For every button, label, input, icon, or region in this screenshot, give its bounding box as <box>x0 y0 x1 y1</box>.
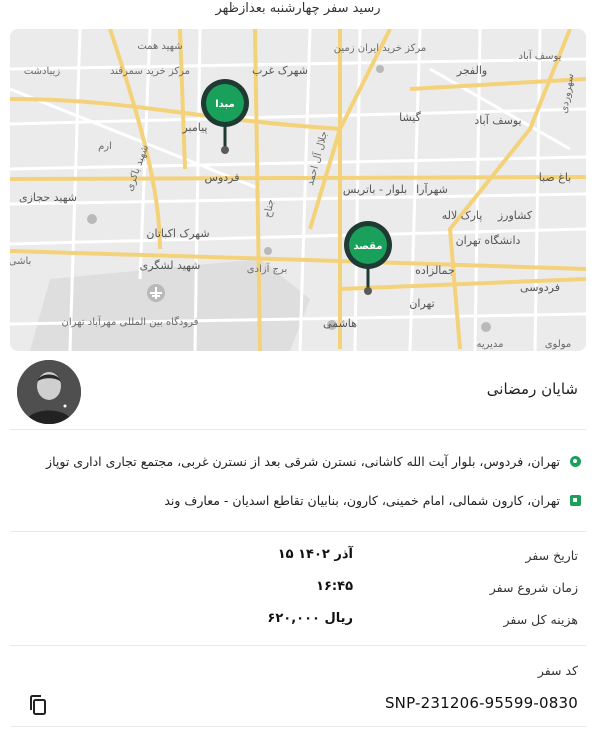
driver-section: شایان رمضانی <box>10 358 586 430</box>
trip-date-label: تاریخ سفر <box>525 548 578 563</box>
destination-address-row: تهران، کارون شمالی، امام خمینی، کارون، ب… <box>10 489 586 511</box>
map-label-yousefabad2: یوسف آباد <box>474 113 521 127</box>
map-label-modiriyeh: مدیریه <box>476 339 503 350</box>
map-label-eram: ارم <box>98 141 112 152</box>
page-title: رسید سفر چهارشنبه بعدازظهر <box>215 1 381 16</box>
map-label-jamalzadeh: جمالزاده <box>415 264 455 277</box>
origin-dot-icon <box>569 455 581 467</box>
trip-receipt-page: رسید سفر چهارشنبه بعدازظهر شهید همت مرکز… <box>0 0 596 749</box>
map-label-shahrara: شهرآرا <box>416 182 448 196</box>
map-label-molavi: مولوی <box>545 339 572 350</box>
trip-cost-label: هزینه کل سفر <box>503 612 579 627</box>
trip-cost-row: هزینه کل سفر ۶۲۰,۰۰۰ ریال <box>10 608 586 632</box>
map-label-hashemi: هاشمی <box>323 317 357 330</box>
copy-icon <box>30 695 46 715</box>
copy-button[interactable] <box>26 693 50 717</box>
map-label-airport: فرودگاه بین المللی مهرآباد تهران <box>62 315 199 328</box>
map-label-shahrak-ekbatan: شهرک اکباتان <box>146 227 209 240</box>
trip-start-value: ۱۶:۴۵ <box>316 579 353 594</box>
map-label-gisha: گیشا <box>399 111 421 124</box>
map-label-azadi-pars: بلوار - باتریس <box>343 183 407 196</box>
addresses-section: تهران، فردوس، بلوار آیت الله کاشانی، نست… <box>10 440 586 532</box>
map-label-alfajr: والفجر <box>456 64 487 77</box>
trip-cost-value: ۶۲۰,۰۰۰ ریال <box>267 611 353 626</box>
map-label-payambar: پیامبر <box>181 121 207 134</box>
map-label-shahid-lashkari: شهید لشگری <box>140 259 201 272</box>
trip-map[interactable]: شهید همت مرکز خرید سمرقند زیبادشت مرکز خ… <box>10 29 586 351</box>
map-label-tehran: تهران <box>409 297 434 310</box>
map-label-keshavarz: کشاورز <box>497 209 533 222</box>
destination-address: تهران، کارون شمالی، امام خمینی، کارون، ب… <box>164 492 560 508</box>
map-label-ferdows: فردوس <box>205 171 240 184</box>
destination-dot-icon <box>569 494 581 506</box>
map-label-ferdowsi: فردوسی <box>520 281 560 294</box>
map-label-tehran-univ: دانشگاه تهران <box>456 234 521 247</box>
map-label-bagh-saba: باغ صبا <box>539 171 571 184</box>
map-label-zibadasht: زیبادشت <box>24 66 60 77</box>
map-label-yousefabad: یوسف آباد <box>519 49 562 62</box>
map-label-shahid-hajazi: شهید حجازی <box>19 191 77 204</box>
map-label-shahrak-gharb: شهرک غرب <box>252 64 308 77</box>
map-label-borj-azadi: برج آزادی <box>247 262 288 275</box>
map-label-park-laleh: پارک لاله <box>442 209 483 222</box>
map-label-bashi: باشی <box>10 256 31 267</box>
trip-code-label: کد سفر <box>537 663 578 678</box>
trip-start-row: زمان شروع سفر ۱۶:۴۵ <box>10 576 586 600</box>
trip-date-value: ۱۵ آذر ۱۴۰۲ <box>277 547 353 562</box>
trip-details-section: تاریخ سفر ۱۵ آذر ۱۴۰۲ زمان شروع سفر ۱۶:۴… <box>10 542 586 646</box>
destination-pin-label: مقصد <box>353 241 382 252</box>
trip-code-section: کد سفر SNP-231206-95599-0830 <box>10 655 586 727</box>
driver-name: شایان رمضانی <box>486 380 578 398</box>
map-label-golestan: مرکز خرید ایران زمین <box>334 43 426 54</box>
trip-start-label: زمان شروع سفر <box>489 580 578 595</box>
origin-pin-label: مبدا <box>215 99 234 110</box>
map-label-shahid-hemmat: شهید همت <box>137 41 182 52</box>
origin-address-row: تهران، فردوس، بلوار آیت الله کاشانی، نست… <box>10 450 586 472</box>
origin-address: تهران، فردوس، بلوار آیت الله کاشانی، نست… <box>46 453 560 469</box>
airport-icon <box>147 284 165 302</box>
trip-code-value: SNP-231206-95599-0830 <box>384 694 578 712</box>
trip-date-row: تاریخ سفر ۱۵ آذر ۱۴۰۲ <box>10 544 586 568</box>
map-label-samarghand: مرکز خرید سمرقند <box>110 66 190 77</box>
driver-avatar <box>17 360 81 424</box>
